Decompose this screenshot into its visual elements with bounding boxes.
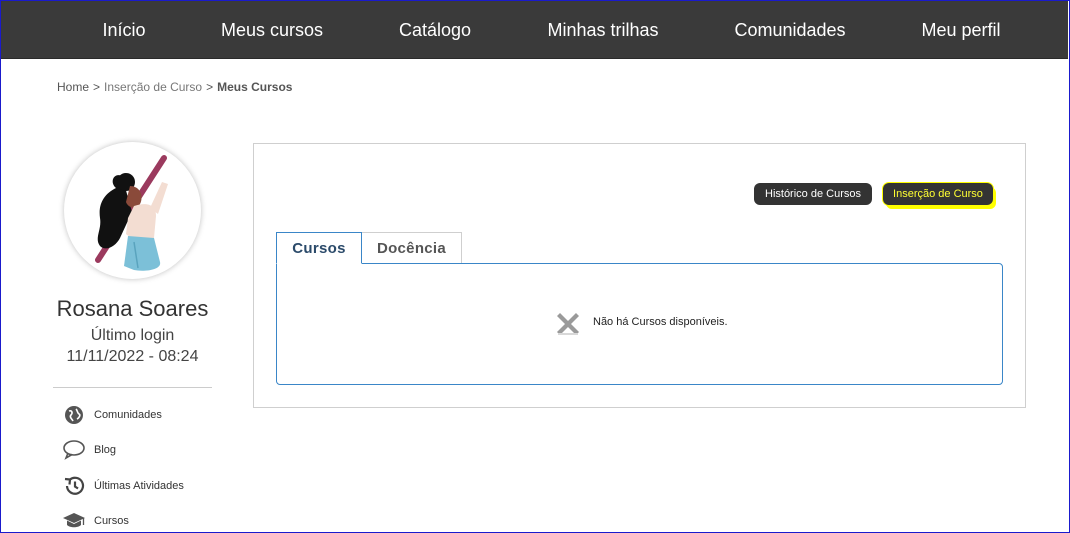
- nav-item-meu-perfil[interactable]: Meu perfil: [921, 1, 1000, 59]
- last-login-value: 11/11/2022 - 08:24: [66, 348, 199, 365]
- nav-item-label: Início: [102, 20, 146, 40]
- breadcrumb: Home > Inserção de Curso > Meus Cursos: [57, 80, 292, 94]
- empty-state-message: Não há Cursos disponíveis.: [593, 316, 728, 328]
- speech-bubble-icon: [62, 438, 86, 462]
- x-icon: [553, 309, 583, 339]
- tab-docencia[interactable]: Docência: [362, 232, 462, 264]
- nav-item-label: Minhas trilhas: [547, 20, 659, 40]
- avatar-illustration: [95, 155, 168, 271]
- insercao-de-curso-button[interactable]: Inserção de Curso: [883, 183, 993, 205]
- breadcrumb-insercao-de-curso[interactable]: Inserção de Curso: [104, 80, 202, 94]
- nav-item-label: Meu perfil: [921, 20, 1001, 40]
- graduation-cap-icon: [62, 509, 86, 533]
- breadcrumb-separator: >: [206, 80, 214, 94]
- nav-item-catalogo[interactable]: Catálogo: [399, 1, 471, 59]
- sidebar-divider: [53, 387, 212, 388]
- nav-item-meus-cursos[interactable]: Meus cursos: [221, 1, 323, 59]
- top-nav: Início Meus cursos Catálogo Minhas trilh…: [1, 1, 1068, 59]
- tab-cursos[interactable]: Cursos: [276, 232, 362, 264]
- nav-item-comunidades[interactable]: Comunidades: [734, 1, 845, 59]
- avatar[interactable]: [64, 142, 201, 279]
- history-icon: [62, 474, 86, 498]
- nav-item-label: Catálogo: [398, 20, 472, 40]
- sidebar-item-ultimas-atividades[interactable]: Últimas Atividades: [62, 474, 184, 498]
- nav-item-label: Meus cursos: [220, 20, 324, 40]
- sidebar-item-blog[interactable]: Blog: [62, 438, 116, 462]
- historico-de-cursos-button[interactable]: Histórico de Cursos: [754, 183, 872, 205]
- nav-item-label: Comunidades: [734, 20, 846, 40]
- breadcrumb-separator: >: [93, 80, 101, 94]
- sidebar-item-label: Cursos: [94, 515, 129, 527]
- sidebar-item-label: Últimas Atividades: [94, 480, 184, 492]
- sidebar-item-comunidades[interactable]: Comunidades: [62, 403, 162, 427]
- nav-item-inicio[interactable]: Início: [102, 1, 145, 59]
- globe-icon: [62, 403, 86, 427]
- breadcrumb-current: Meus Cursos: [217, 80, 293, 94]
- sidebar-item-cursos[interactable]: Cursos: [62, 509, 129, 533]
- sidebar-item-label: Comunidades: [94, 409, 162, 421]
- last-login-label: Último login: [90, 327, 175, 344]
- user-name: Rosana Soares: [56, 296, 209, 321]
- breadcrumb-home[interactable]: Home: [57, 80, 89, 94]
- sidebar-item-label: Blog: [94, 444, 117, 456]
- nav-item-minhas-trilhas[interactable]: Minhas trilhas: [547, 1, 658, 59]
